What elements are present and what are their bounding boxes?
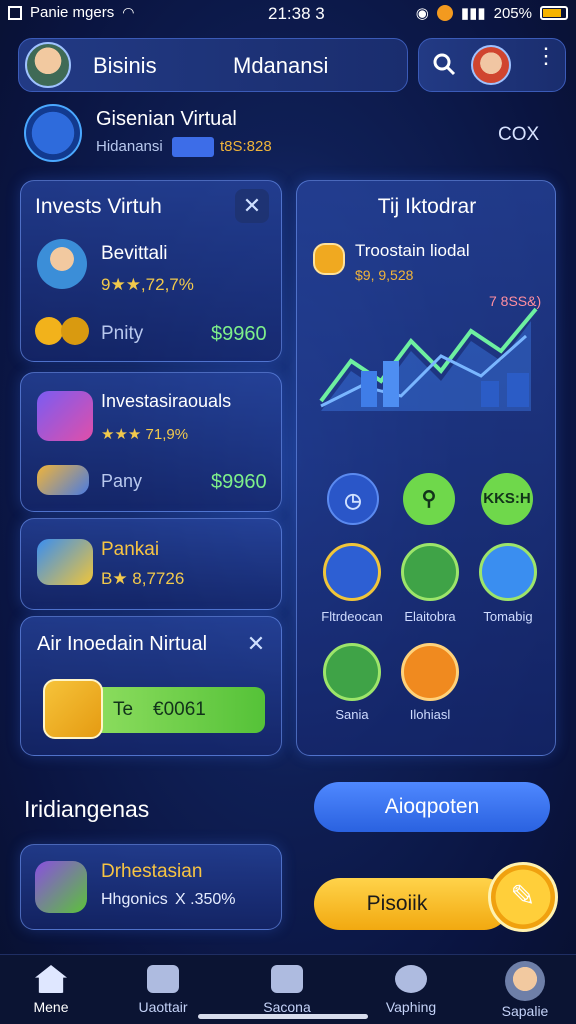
kks-button[interactable]: KKS:H <box>481 473 533 525</box>
more-vert-icon[interactable]: ⋮ <box>535 45 557 67</box>
battery-icon <box>540 6 568 20</box>
profile-icon <box>505 961 545 1001</box>
account-progress-bar <box>172 137 214 157</box>
signal-bars-icon: ▮▮▮ <box>460 5 486 22</box>
stack-icon <box>37 391 93 441</box>
nav-item-5[interactable]: Sapalie <box>470 955 576 1024</box>
shield-icon <box>35 861 87 913</box>
card2-label: Pany <box>101 471 143 491</box>
invest-card-title: Invests Virtuh <box>35 195 162 218</box>
avatar[interactable] <box>25 42 71 88</box>
eye-icon: ◉ <box>415 5 429 22</box>
row-label: Pnity <box>101 323 144 344</box>
app-label-1: Fltrdeocan <box>321 609 383 624</box>
market-title: Tij Iktodrar <box>377 195 477 218</box>
card2-name: Investasiraouals <box>101 391 232 411</box>
search-icon[interactable] <box>431 51 457 77</box>
virtual-input-card: Air Inoedain Nirtual ✕ Te €0061 <box>20 616 282 756</box>
status-time: 21:38 3 <box>268 4 325 23</box>
app-label-5: Ilohiasl <box>409 707 451 722</box>
status-carrier: Panie mgers <box>30 4 115 21</box>
clock-button[interactable]: ◷ <box>327 473 379 525</box>
battery-percent: 205% <box>493 4 532 22</box>
list-value: X .350% <box>175 891 236 908</box>
card2-value: $9960 <box>211 471 267 493</box>
invest-card-3: Pankai B★ 8,7726 <box>20 518 282 610</box>
trend-chart <box>319 307 538 411</box>
home-icon <box>35 965 67 993</box>
profile-avatar[interactable] <box>471 45 511 85</box>
card3-name: Pankai <box>101 539 160 560</box>
close-icon[interactable]: ✕ <box>235 189 269 223</box>
invest-card: Invests Virtuh ✕ Bevittali 9★★,72,7% Pni… <box>20 180 282 362</box>
wifi-icon: ◠ <box>122 4 135 20</box>
home-indicator <box>198 1014 368 1019</box>
app-icon-5[interactable] <box>401 643 459 701</box>
market-panel: Tij Iktodrar Troostain liodal $9, 9,528 … <box>296 180 556 756</box>
app-label-2: Elaitobra <box>404 609 456 624</box>
folder-icon <box>37 539 93 585</box>
tab-bisinis[interactable]: Bisinis <box>93 53 157 79</box>
signal-icon <box>8 5 22 20</box>
nav-label-home: Mene <box>33 999 69 1015</box>
nav-home[interactable]: Mene <box>0 955 106 1024</box>
account-logo-icon <box>24 104 82 162</box>
coins-icon <box>35 315 91 345</box>
primary-button[interactable]: Aioqpoten <box>314 782 550 832</box>
list-item[interactable]: Drhestasian Hhgonics X .350% <box>20 844 282 930</box>
nav-label-2: Uaottair <box>138 999 188 1015</box>
app-icon-4[interactable] <box>323 643 381 701</box>
edit-icon[interactable]: ✎ <box>488 862 558 932</box>
action-button[interactable]: Pisoiik <box>314 878 510 930</box>
input-prefix: Te <box>113 699 134 720</box>
nav-item-4[interactable]: Vaphing <box>356 955 466 1024</box>
input-value: €0061 <box>153 699 206 720</box>
target-icon <box>395 965 427 993</box>
market-subtitle: Troostain liodal <box>355 241 470 260</box>
item-rating: 9★★,72,7% <box>101 275 194 294</box>
market-value: $9, 9,528 <box>355 267 414 283</box>
person-icon <box>37 239 87 289</box>
account-right-label[interactable]: COX <box>498 124 539 146</box>
row-value: $9960 <box>211 323 267 345</box>
list-title: Drhestasian <box>101 861 203 882</box>
status-bar: Panie mgers ◠ 21:38 3 ◉ ▮▮▮ 205% <box>0 0 576 28</box>
wallet-icon <box>37 465 89 495</box>
search-button[interactable]: ⚲ <box>403 473 455 525</box>
header-tabs: Bisinis Mdanansi <box>18 38 408 92</box>
list-sub: Hhgonics <box>101 891 168 908</box>
nav-label-4: Vaphing <box>385 999 437 1015</box>
nav-label-3: Sacona <box>263 999 311 1015</box>
settings-icon <box>313 243 345 275</box>
app-icon-2[interactable] <box>401 543 459 601</box>
tab-mdanansi[interactable]: Mdanansi <box>233 53 328 79</box>
close-icon[interactable]: ✕ <box>239 627 273 661</box>
account-subtitle: Hidanansi <box>96 138 163 155</box>
header-actions: ⋮ <box>418 38 566 92</box>
document-icon <box>147 965 179 993</box>
card3-rating: B★ 8,7726 <box>101 569 185 588</box>
account-title: Gisenian Virtual <box>96 108 237 130</box>
download-icon <box>271 965 303 993</box>
app-label-3: Tomabig <box>483 609 533 624</box>
calculator-icon <box>43 679 103 739</box>
account-value: t8S:828 <box>220 138 272 155</box>
app-icon-3[interactable] <box>479 543 537 601</box>
nav-label-5: Sapalie <box>501 1003 549 1019</box>
alarm-icon <box>436 5 453 21</box>
card2-rating: ★★★ 71,9% <box>101 426 189 443</box>
card4-title: Air Inoedain Nirtual <box>37 633 208 655</box>
invest-card-2: Investasiraouals ★★★ 71,9% Pany $9960 <box>20 372 282 512</box>
app-label-4: Sania <box>335 707 369 722</box>
app-icon-1[interactable] <box>323 543 381 601</box>
section-heading: Iridiangenas <box>24 796 150 822</box>
item-name: Bevittali <box>101 243 168 264</box>
